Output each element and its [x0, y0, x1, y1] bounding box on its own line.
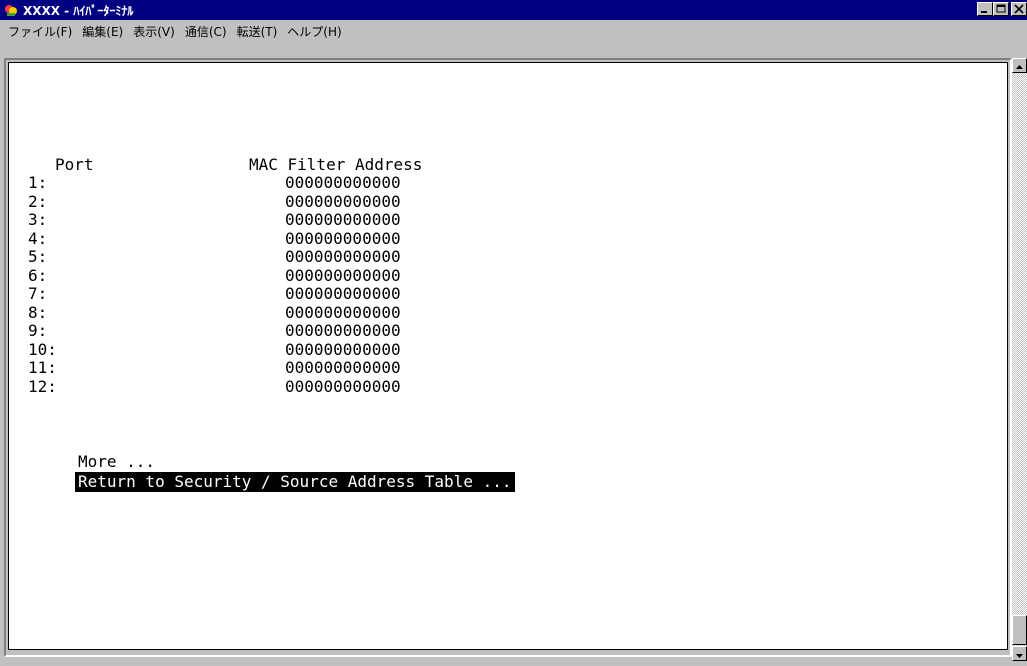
menu-transfer[interactable]: 転送(T): [233, 23, 284, 40]
table-row: 6: 000000000000: [28, 265, 728, 286]
port-number: 9:: [28, 321, 48, 340]
mac-address: 000000000000: [285, 376, 401, 396]
arrow-up-icon: [1016, 65, 1023, 69]
port-number: 12:: [28, 376, 57, 396]
hyperterminal-window: XXXX - ﾊｲﾊﾟｰﾀｰﾐﾅﾙ ファイル(F) 編集(E) 表示(V) 通信…: [0, 0, 1027, 661]
menu-edit[interactable]: 編集(E): [78, 23, 129, 40]
title-bar[interactable]: XXXX - ﾊｲﾊﾟｰﾀｰﾐﾅﾙ: [0, 0, 1027, 20]
table-row: 5: 000000000000: [28, 248, 728, 267]
mac-address: 000000000000: [285, 247, 401, 266]
port-number: 8:: [28, 302, 48, 322]
scroll-thumb[interactable]: [1012, 615, 1027, 645]
scroll-up-button[interactable]: [1012, 58, 1027, 73]
return-option[interactable]: Return to Security / Source Address Tabl…: [75, 472, 516, 492]
window-controls: [977, 2, 1027, 16]
close-icon: [1014, 4, 1024, 14]
mac-filter-table: 1: 000000000000 2: 000000000000 3: 00000…: [28, 174, 728, 396]
port-number: 5:: [28, 247, 48, 266]
maximize-icon: [996, 4, 1006, 13]
table-row: 9: 000000000000: [28, 322, 728, 341]
mac-address: 000000000000: [285, 210, 401, 229]
vertical-scrollbar[interactable]: [1012, 58, 1027, 661]
menu-file[interactable]: ファイル(F): [4, 23, 78, 40]
table-row: 2: 000000000000: [28, 191, 728, 212]
port-number: 2:: [28, 191, 48, 211]
maximize-button[interactable]: [993, 2, 1009, 16]
minimize-icon: [981, 11, 987, 13]
mac-address: 000000000000: [285, 228, 401, 248]
mac-column-header: MAC Filter Address: [249, 155, 423, 174]
mac-address: 000000000000: [285, 173, 401, 192]
hyperterminal-icon[interactable]: [3, 2, 19, 18]
menu-view[interactable]: 表示(V): [129, 23, 181, 40]
table-row: 1: 000000000000: [28, 174, 728, 193]
window-title: XXXX - ﾊｲﾊﾟｰﾀｰﾐﾅﾙ: [23, 3, 134, 18]
port-number: 1:: [28, 173, 48, 192]
port-column-header: Port: [55, 155, 94, 174]
mac-address: 000000000000: [285, 265, 401, 285]
menu-bar: ファイル(F) 編集(E) 表示(V) 通信(C) 転送(T) ヘルプ(H): [0, 20, 1027, 42]
mac-address: 000000000000: [285, 302, 401, 322]
table-row: 12: 000000000000: [28, 376, 728, 397]
port-number: 10:: [28, 339, 57, 359]
arrow-down-icon: [1016, 654, 1023, 658]
mac-address: 000000000000: [285, 284, 401, 303]
port-number: 6:: [28, 265, 48, 285]
menu-help[interactable]: ヘルプ(H): [283, 23, 347, 40]
minimize-button[interactable]: [977, 2, 993, 16]
menu-call[interactable]: 通信(C): [181, 23, 233, 40]
table-row: 11: 000000000000: [28, 359, 728, 378]
mac-address: 000000000000: [285, 339, 401, 359]
table-row: 10: 000000000000: [28, 339, 728, 360]
port-number: 4:: [28, 228, 48, 248]
mac-address: 000000000000: [285, 191, 401, 211]
table-row: 4: 000000000000: [28, 228, 728, 249]
port-number: 11:: [28, 358, 57, 377]
scroll-down-button[interactable]: [1012, 646, 1027, 661]
mac-address: 000000000000: [285, 358, 401, 377]
table-row: 3: 000000000000: [28, 211, 728, 230]
port-number: 3:: [28, 210, 48, 229]
close-button[interactable]: [1011, 2, 1027, 16]
mac-address: 000000000000: [285, 321, 401, 340]
table-row: 7: 000000000000: [28, 285, 728, 304]
port-number: 7:: [28, 284, 48, 303]
more-option[interactable]: More ...: [78, 453, 155, 471]
table-row: 8: 000000000000: [28, 302, 728, 323]
